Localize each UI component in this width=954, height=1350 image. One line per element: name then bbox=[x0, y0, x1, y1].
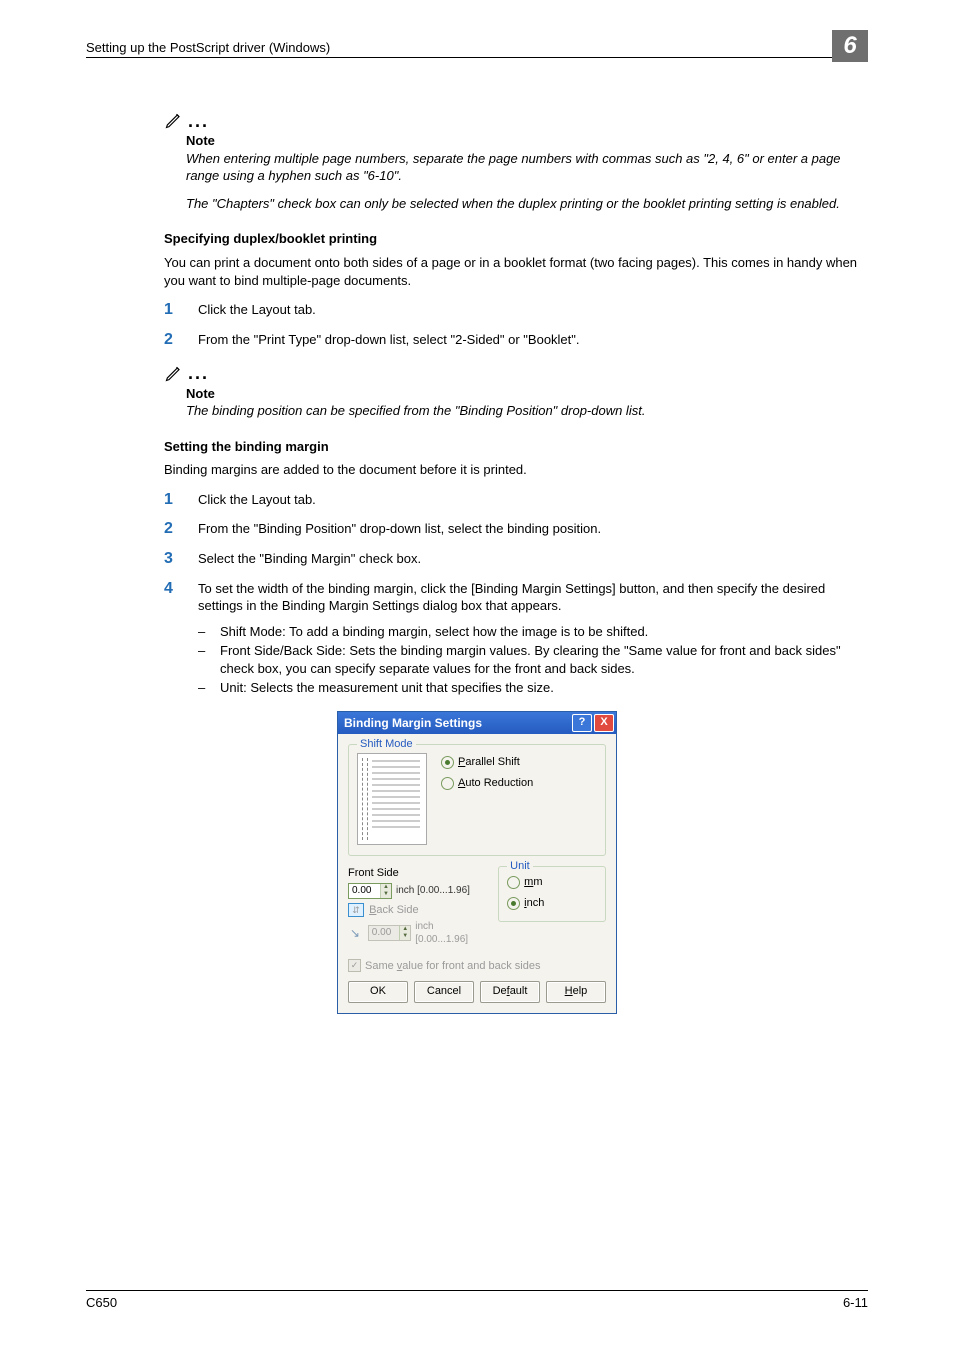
back-side-spinbox: 0.00 ▲▼ bbox=[368, 925, 411, 941]
unit-mm-radio[interactable]: mm bbox=[507, 875, 597, 890]
radio-icon bbox=[507, 897, 520, 910]
titlebar-help-button[interactable]: ? bbox=[572, 714, 592, 732]
shift-mode-groupbox: Shift Mode Parallel Shift bbox=[348, 744, 606, 856]
running-head: Setting up the PostScript driver (Window… bbox=[86, 40, 330, 55]
radio-icon bbox=[507, 876, 520, 889]
link-icon: ⇵ bbox=[348, 903, 364, 917]
range-hint: inch [0.00...1.96] bbox=[396, 884, 470, 898]
section-heading-binding: Setting the binding margin bbox=[164, 438, 868, 456]
pencil-icon bbox=[164, 363, 184, 383]
step-number: 1 bbox=[164, 299, 198, 321]
body-paragraph: You can print a document onto both sides… bbox=[164, 254, 868, 289]
bullet-text: Unit: Selects the measurement unit that … bbox=[220, 679, 554, 697]
parallel-shift-radio[interactable]: Parallel Shift bbox=[441, 755, 533, 770]
unit-groupbox: Unit mm inch bbox=[498, 866, 606, 922]
step-number: 2 bbox=[164, 518, 198, 540]
default-button[interactable]: Default bbox=[480, 981, 540, 1003]
step-number: 4 bbox=[164, 578, 198, 615]
spin-arrows-icon: ▲▼ bbox=[399, 926, 410, 940]
bullet-text: Shift Mode: To add a binding margin, sel… bbox=[220, 623, 648, 641]
range-hint: inch [0.00...1.96] bbox=[415, 920, 488, 947]
group-legend: Unit bbox=[507, 859, 533, 874]
bullet-dash-icon: – bbox=[198, 679, 220, 697]
radio-icon bbox=[441, 756, 454, 769]
front-side-spinbox[interactable]: 0.00 ▲▼ bbox=[348, 883, 392, 899]
note-block: ... Note When entering multiple page num… bbox=[164, 106, 868, 212]
step-text: Click the Layout tab. bbox=[198, 489, 868, 511]
footer-page-number: 6-11 bbox=[843, 1295, 868, 1310]
link-arrow-icon: ↘ bbox=[348, 927, 362, 939]
back-side-label: Back Side bbox=[369, 904, 419, 916]
note-text: The "Chapters" check box can only be sel… bbox=[186, 195, 868, 213]
step-number: 1 bbox=[164, 489, 198, 511]
chapter-number-badge: 6 bbox=[832, 30, 868, 62]
step-text: Select the "Binding Margin" check box. bbox=[198, 548, 868, 570]
group-legend: Shift Mode bbox=[357, 737, 416, 752]
body-paragraph: Binding margins are added to the documen… bbox=[164, 461, 868, 479]
bullet-dash-icon: – bbox=[198, 623, 220, 641]
bullet-dash-icon: – bbox=[198, 642, 220, 677]
cancel-button[interactable]: Cancel bbox=[414, 981, 474, 1003]
ok-button[interactable]: OK bbox=[348, 981, 408, 1003]
section-heading-duplex: Specifying duplex/booklet printing bbox=[164, 230, 868, 248]
footer-model: C650 bbox=[86, 1295, 117, 1310]
step-text: From the "Print Type" drop-down list, se… bbox=[198, 329, 868, 351]
pencil-icon bbox=[164, 110, 184, 130]
dialog-titlebar[interactable]: Binding Margin Settings ? X bbox=[338, 712, 616, 734]
note-label: Note bbox=[186, 385, 868, 403]
note-block: ... Note The binding position can be spe… bbox=[164, 358, 868, 419]
step-text: To set the width of the binding margin, … bbox=[198, 578, 868, 615]
checkbox-icon: ✓ bbox=[348, 959, 361, 972]
step-text: From the "Binding Position" drop-down li… bbox=[198, 518, 868, 540]
shift-mode-preview-icon bbox=[357, 753, 427, 845]
step-number: 3 bbox=[164, 548, 198, 570]
step-text: Click the Layout tab. bbox=[198, 299, 868, 321]
help-button[interactable]: Help bbox=[546, 981, 606, 1003]
note-dots-icon: ... bbox=[188, 109, 209, 133]
bullet-text: Front Side/Back Side: Sets the binding m… bbox=[220, 642, 868, 677]
spin-arrows-icon[interactable]: ▲▼ bbox=[380, 884, 391, 898]
note-text: When entering multiple page numbers, sep… bbox=[186, 150, 868, 185]
binding-margin-settings-dialog: Binding Margin Settings ? X Shift Mode bbox=[337, 711, 617, 1015]
radio-icon bbox=[441, 777, 454, 790]
step-number: 2 bbox=[164, 329, 198, 351]
note-dots-icon: ... bbox=[188, 361, 209, 385]
note-text: The binding position can be specified fr… bbox=[186, 402, 868, 420]
auto-reduction-radio[interactable]: Auto Reduction bbox=[441, 776, 533, 791]
titlebar-close-button[interactable]: X bbox=[594, 714, 614, 732]
front-side-label: Front Side bbox=[348, 866, 488, 881]
dialog-title: Binding Margin Settings bbox=[344, 715, 482, 731]
note-label: Note bbox=[186, 132, 868, 150]
same-value-checkbox: ✓ Same value for front and back sides bbox=[348, 959, 606, 974]
unit-inch-radio[interactable]: inch bbox=[507, 896, 597, 911]
